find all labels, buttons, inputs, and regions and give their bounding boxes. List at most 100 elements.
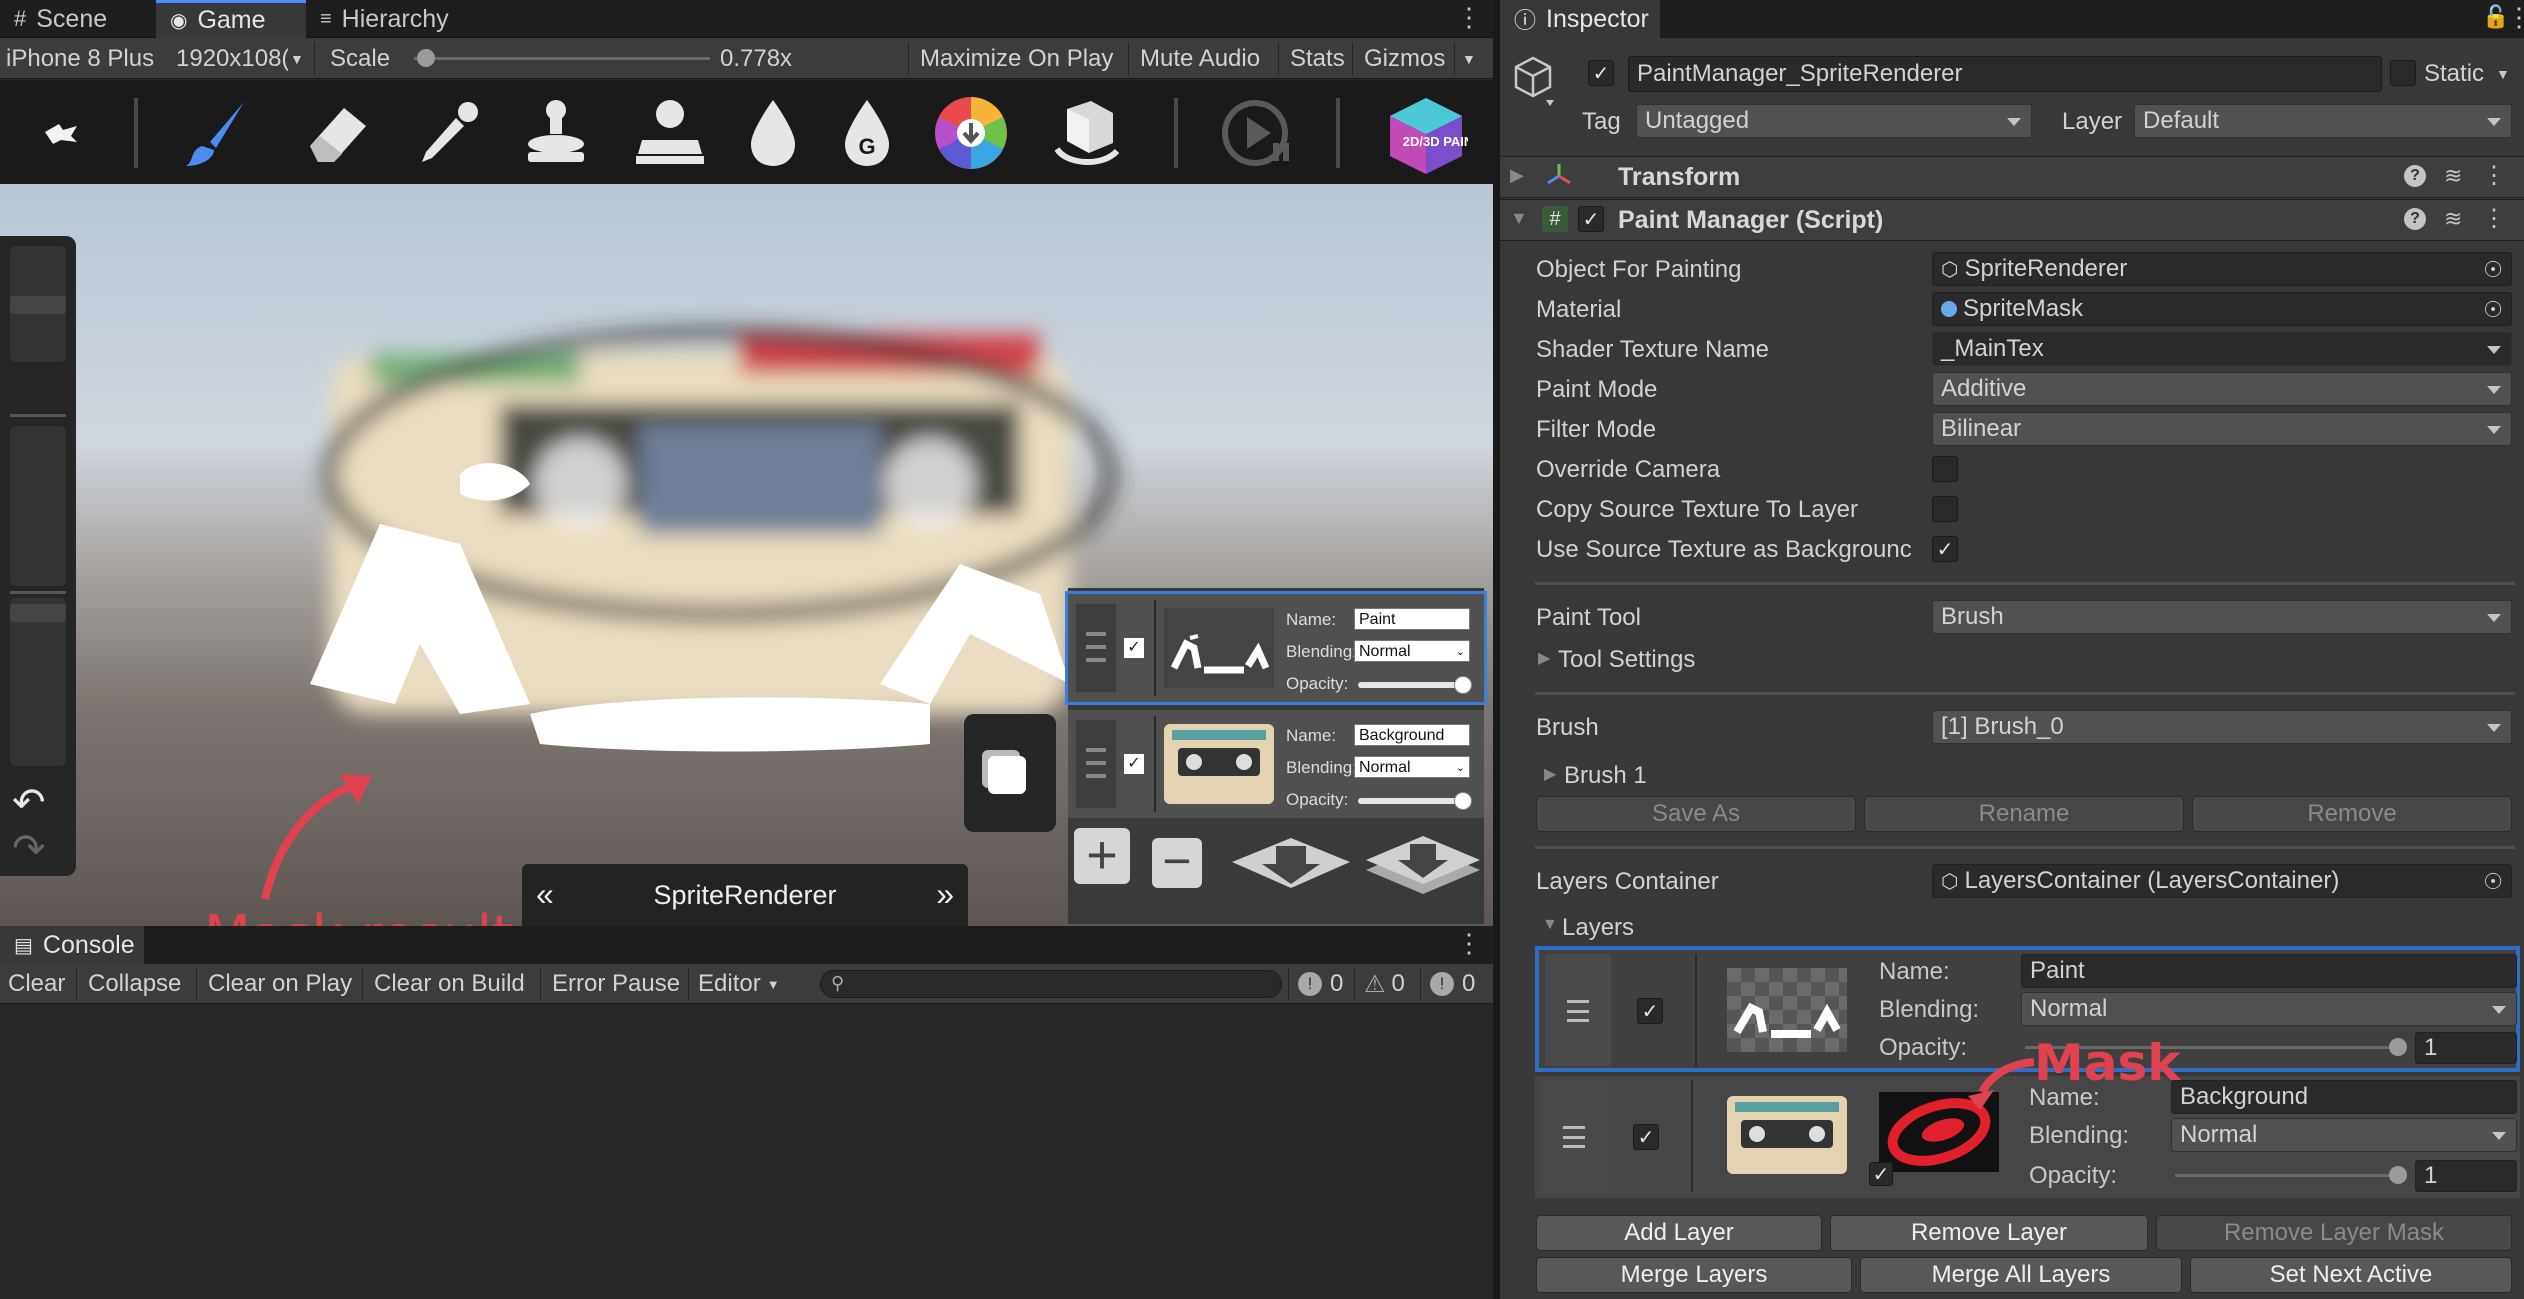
presets-icon[interactable]: ≋ — [2444, 163, 2462, 189]
set-next-active-button[interactable]: Set Next Active — [2190, 1257, 2512, 1293]
layer-opacity-slider[interactable] — [1358, 792, 1472, 810]
brush1-foldout[interactable]: Brush 1 — [1564, 762, 1647, 790]
layer-opacity-input[interactable]: 1 — [2415, 1032, 2517, 1064]
expand-arrow-icon[interactable]: ▶ — [1510, 165, 1524, 186]
brush-icon[interactable] — [176, 92, 258, 174]
blur-icon[interactable] — [732, 92, 814, 174]
layer-name-input[interactable]: Background — [2171, 1080, 2517, 1114]
clear-on-build-toggle[interactable]: Clear on Build — [374, 964, 525, 1004]
object-name-input[interactable]: PaintManager_SpriteRenderer — [1628, 56, 2382, 92]
drag-handle-icon[interactable] — [1545, 954, 1611, 1066]
layer-item-background[interactable]: ✓ Name: Background Blending: Normal ⌄ Opa… — [1068, 710, 1484, 818]
next-object-icon[interactable]: » — [936, 876, 954, 913]
component-kebab-icon[interactable]: ⋮ — [2482, 204, 2506, 233]
console-kebab-menu-icon[interactable]: ⋮ — [1456, 928, 1482, 959]
drag-handle-icon[interactable] — [1076, 604, 1116, 692]
mute-audio-toggle[interactable]: Mute Audio — [1140, 38, 1260, 79]
console-collapse-toggle[interactable]: Collapse — [88, 964, 181, 1004]
override-camera-checkbox[interactable] — [1932, 456, 1958, 482]
save-as-button[interactable]: Save As — [1536, 796, 1856, 832]
shader-texture-name-dropdown[interactable]: _MainTex — [1932, 332, 2512, 366]
tab-game[interactable]: ◉ Game — [156, 0, 306, 38]
layer-blending-dropdown[interactable]: Normal — [2021, 992, 2517, 1026]
stamp-icon[interactable] — [626, 92, 708, 174]
gameobject-cube-icon[interactable] — [1512, 54, 1554, 110]
merge-layers-button[interactable]: Merge Layers — [1536, 1257, 1852, 1293]
mask-enabled-checkbox[interactable]: ✓ — [1869, 1162, 1893, 1186]
drag-handle-icon[interactable] — [1541, 1080, 1607, 1192]
add-layer-button[interactable]: Add Layer — [1536, 1215, 1822, 1251]
tab-inspector[interactable]: ⓘ Inspector — [1500, 0, 1660, 38]
brush1-expand-icon[interactable]: ▶ — [1544, 764, 1556, 784]
device-dropdown[interactable]: iPhone 8 Plus — [6, 38, 154, 79]
layer-dropdown[interactable]: Default — [2134, 104, 2512, 138]
remove-brush-button[interactable]: Remove — [2192, 796, 2512, 832]
layer-opacity-slider[interactable] — [2175, 1166, 2407, 1184]
paint-mode-dropdown[interactable]: Additive — [1932, 372, 2512, 406]
game-viewport[interactable]: ↶ ↷ Mask result ✓ Name: Paint Blending: … — [0, 184, 1493, 926]
maximize-on-play-toggle[interactable]: Maximize On Play — [920, 38, 1113, 79]
merge-all-layers-button[interactable]: Merge All Layers — [1860, 1257, 2182, 1293]
editor-dropdown[interactable]: Editor ▼ — [698, 964, 780, 1004]
paint-tool-dropdown[interactable]: Brush — [1932, 600, 2512, 634]
console-log-area[interactable] — [0, 1004, 1493, 1299]
layers-foldout[interactable]: Layers — [1562, 914, 1634, 942]
layers-collapse-icon[interactable]: ▼ — [1542, 916, 1558, 934]
layer-blending-select[interactable]: Normal ⌄ — [1354, 756, 1470, 778]
layer-name-input[interactable]: Background — [1354, 724, 1470, 746]
static-checkbox[interactable] — [2390, 60, 2416, 86]
resolution-dropdown[interactable]: 1920x108( — [176, 38, 288, 79]
layer-panel-toggle[interactable] — [964, 714, 1056, 832]
layer-visible-checkbox[interactable]: ✓ — [1637, 998, 1663, 1024]
merge-layer-icon[interactable] — [1228, 832, 1354, 898]
pane-splitter[interactable] — [1493, 0, 1500, 1299]
brush-dropdown[interactable]: [1] Brush_0 — [1932, 710, 2512, 744]
inspector-kebab-menu-icon[interactable]: ⋮ — [2506, 2, 2524, 33]
layer-blending-dropdown[interactable]: Normal — [2171, 1118, 2517, 1152]
resolution-dropdown-arrow-icon[interactable]: ▼ — [290, 38, 304, 79]
tool-settings-expand-icon[interactable]: ▶ — [1538, 648, 1550, 668]
console-clear-button[interactable]: Clear — [8, 964, 65, 1004]
material-field[interactable]: SpriteMask ☉ — [1932, 292, 2512, 326]
layers-container-field[interactable]: ⬡ LayersContainer (LayersContainer) ☉ — [1932, 864, 2512, 898]
color-picker-wheel-icon[interactable] — [930, 92, 1012, 174]
brush-hardness-slider[interactable] — [10, 426, 66, 586]
scale-slider-handle[interactable] — [416, 49, 435, 67]
play-pause-icon[interactable] — [1216, 92, 1298, 174]
eyedropper-icon[interactable] — [408, 92, 490, 174]
scale-slider-track[interactable] — [414, 49, 710, 67]
tab-scene[interactable]: # Scene — [0, 0, 121, 38]
material-picker-icon[interactable]: ☉ — [2483, 297, 2503, 323]
add-layer-icon[interactable]: + — [1074, 828, 1130, 884]
collapse-arrow-icon[interactable]: ▼ — [1510, 208, 1528, 229]
use-source-texture-checkbox[interactable]: ✓ — [1932, 536, 1958, 562]
help-icon[interactable]: ? — [2404, 208, 2426, 230]
merge-all-layers-icon[interactable] — [1364, 832, 1482, 898]
static-dropdown-arrow-icon[interactable]: ▼ — [2496, 66, 2510, 82]
gradient-blur-icon[interactable]: G — [826, 92, 908, 174]
layer-item-paint[interactable]: ✓ Name: Paint Blending: Normal ⌄ Opacity: — [1065, 591, 1487, 705]
remove-layer-mask-button[interactable]: Remove Layer Mask — [2156, 1215, 2512, 1251]
console-search-input[interactable]: ⚲ — [820, 970, 1282, 998]
gizmos-dropdown-arrow-icon[interactable]: ▼ — [1462, 38, 1476, 79]
layer-name-input[interactable]: Paint — [1354, 608, 1470, 630]
layer-opacity-input[interactable]: 1 — [2415, 1160, 2517, 1192]
copy-source-texture-checkbox[interactable] — [1932, 496, 1958, 522]
clone-stamp-icon[interactable] — [514, 92, 596, 174]
transform-component-header[interactable]: ▶ Transform ? ≋ ⋮ — [1500, 156, 2524, 198]
object-for-painting-field[interactable]: ⬡ SpriteRenderer ☉ — [1932, 252, 2512, 286]
brush-opacity-slider[interactable] — [10, 598, 66, 766]
presets-icon[interactable]: ≋ — [2444, 206, 2462, 232]
tool-settings-foldout[interactable]: Tool Settings — [1558, 646, 1695, 674]
layer-name-input[interactable]: Paint — [2021, 954, 2517, 988]
tag-dropdown[interactable]: Untagged — [1636, 104, 2032, 138]
object-picker-icon[interactable]: ☉ — [2483, 257, 2503, 283]
clear-on-play-toggle[interactable]: Clear on Play — [208, 964, 352, 1004]
gizmos-toggle[interactable]: Gizmos — [1364, 38, 1445, 79]
drag-handle-icon[interactable] — [1076, 720, 1116, 808]
log-count-toggle[interactable]: ! 0 — [1298, 964, 1343, 1004]
redo-icon[interactable]: ↷ — [12, 826, 46, 872]
brush-size-slider[interactable] — [10, 246, 66, 362]
help-icon[interactable]: ? — [2404, 165, 2426, 187]
2d-3d-paint-logo[interactable]: 2D/3D PAINT — [1382, 92, 1470, 180]
